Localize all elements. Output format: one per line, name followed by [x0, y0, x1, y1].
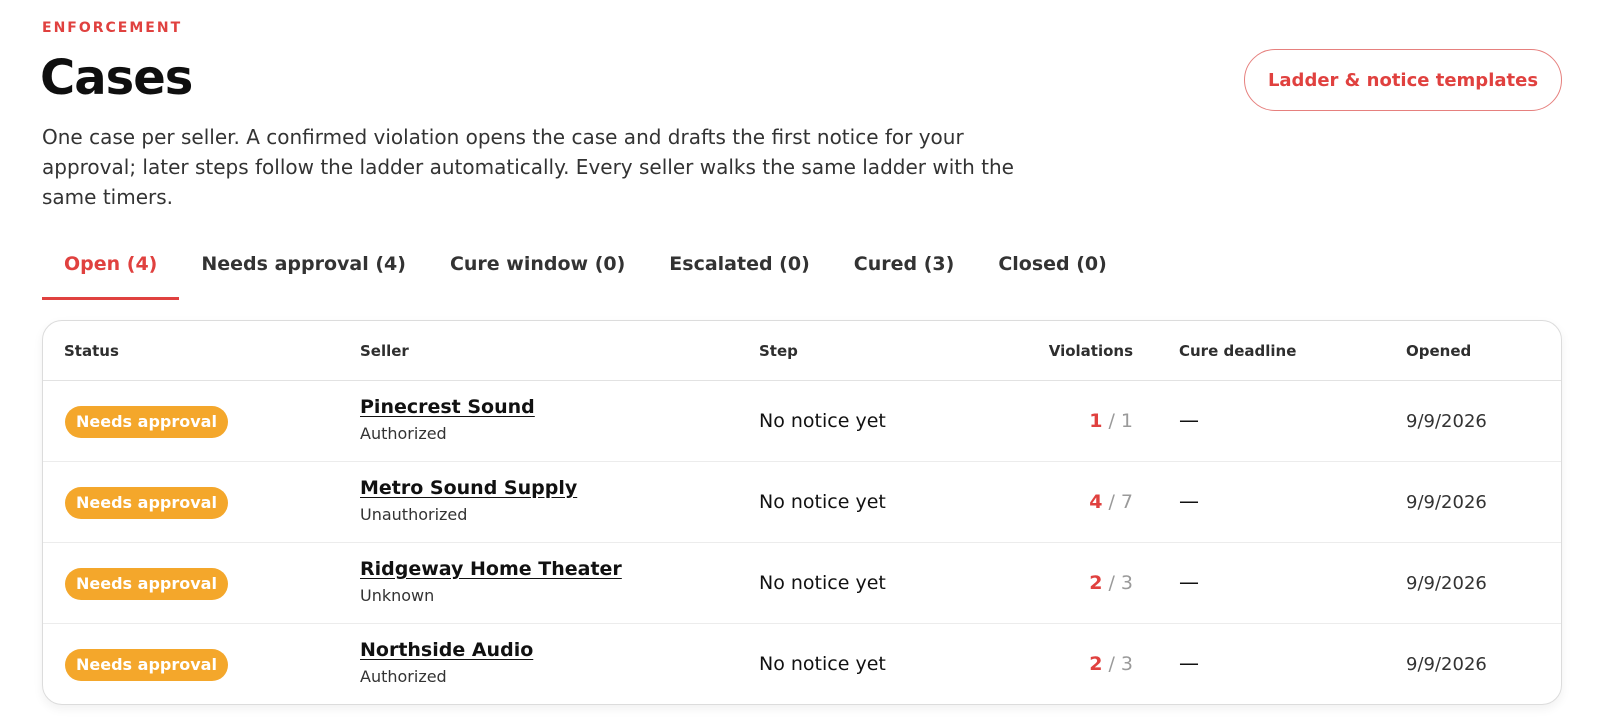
- table-header: Status Seller Step Violations Cure deadl…: [43, 321, 1561, 381]
- seller-cell: Pinecrest Sound Authorized: [360, 396, 535, 443]
- status-badge: Needs approval: [65, 487, 228, 519]
- table-row[interactable]: Needs approval Metro Sound Supply Unauth…: [43, 462, 1561, 543]
- cure-deadline-value: —: [1179, 408, 1199, 432]
- seller-cell: Northside Audio Authorized: [360, 639, 533, 686]
- step-value: No notice yet: [759, 410, 886, 432]
- seller-link[interactable]: Northside Audio: [360, 639, 533, 661]
- tab-open[interactable]: Open (4): [42, 248, 180, 300]
- seller-authorization: Unauthorized: [360, 505, 468, 524]
- table-row[interactable]: Needs approval Ridgeway Home Theater Unk…: [43, 543, 1561, 624]
- seller-cell: Ridgeway Home Theater Unknown: [360, 558, 622, 605]
- status-badge: Needs approval: [65, 406, 228, 438]
- violations-total: / 7: [1108, 491, 1133, 513]
- column-header-opened: Opened: [1406, 342, 1472, 360]
- ladder-templates-button[interactable]: Ladder & notice templates: [1244, 49, 1562, 111]
- cure-deadline-value: —: [1179, 489, 1199, 513]
- seller-authorization: Authorized: [360, 424, 447, 443]
- case-tabs: Open (4) Needs approval (4) Cure window …: [42, 248, 1129, 300]
- eyebrow-label: ENFORCEMENT: [42, 20, 183, 36]
- violations-value: 4 / 7: [1089, 491, 1133, 513]
- violations-total: / 3: [1108, 572, 1133, 594]
- cure-deadline-value: —: [1179, 570, 1199, 594]
- opened-date: 9/9/2026: [1406, 654, 1487, 675]
- tab-needs-approval[interactable]: Needs approval (4): [179, 248, 428, 300]
- violations-total: / 3: [1108, 653, 1133, 675]
- opened-date: 9/9/2026: [1406, 411, 1487, 432]
- violations-value: 1 / 1: [1089, 410, 1133, 432]
- column-header-violations: Violations: [1048, 342, 1133, 360]
- violations-count: 2: [1089, 653, 1103, 675]
- table-row[interactable]: Needs approval Northside Audio Authorize…: [43, 624, 1561, 704]
- violations-value: 2 / 3: [1089, 653, 1133, 675]
- column-header-status: Status: [64, 342, 119, 360]
- step-value: No notice yet: [759, 653, 886, 675]
- violations-total: / 1: [1108, 410, 1133, 432]
- cases-table: Status Seller Step Violations Cure deadl…: [42, 320, 1562, 705]
- violations-count: 4: [1089, 491, 1103, 513]
- opened-date: 9/9/2026: [1406, 492, 1487, 513]
- violations-count: 2: [1089, 572, 1103, 594]
- seller-authorization: Authorized: [360, 667, 447, 686]
- tab-closed[interactable]: Closed (0): [976, 248, 1129, 300]
- page-title: Cases: [40, 50, 193, 106]
- violations-count: 1: [1089, 410, 1103, 432]
- status-badge: Needs approval: [65, 649, 228, 681]
- seller-link[interactable]: Metro Sound Supply: [360, 477, 577, 499]
- tab-escalated[interactable]: Escalated (0): [647, 248, 831, 300]
- seller-link[interactable]: Pinecrest Sound: [360, 396, 535, 418]
- column-header-cure-deadline: Cure deadline: [1179, 342, 1297, 360]
- opened-date: 9/9/2026: [1406, 573, 1487, 594]
- column-header-seller: Seller: [360, 342, 409, 360]
- page-description: One case per seller. A confirmed violati…: [42, 125, 1014, 209]
- table-row[interactable]: Needs approval Pinecrest Sound Authorize…: [43, 381, 1561, 462]
- column-header-step: Step: [759, 342, 798, 360]
- seller-authorization: Unknown: [360, 586, 435, 605]
- step-value: No notice yet: [759, 572, 886, 594]
- tab-cured[interactable]: Cured (3): [832, 248, 977, 300]
- seller-cell: Metro Sound Supply Unauthorized: [360, 477, 577, 524]
- cure-deadline-value: —: [1179, 651, 1199, 675]
- step-value: No notice yet: [759, 491, 886, 513]
- violations-value: 2 / 3: [1089, 572, 1133, 594]
- seller-link[interactable]: Ridgeway Home Theater: [360, 558, 622, 580]
- tab-cure-window[interactable]: Cure window (0): [428, 248, 647, 300]
- status-badge: Needs approval: [65, 568, 228, 600]
